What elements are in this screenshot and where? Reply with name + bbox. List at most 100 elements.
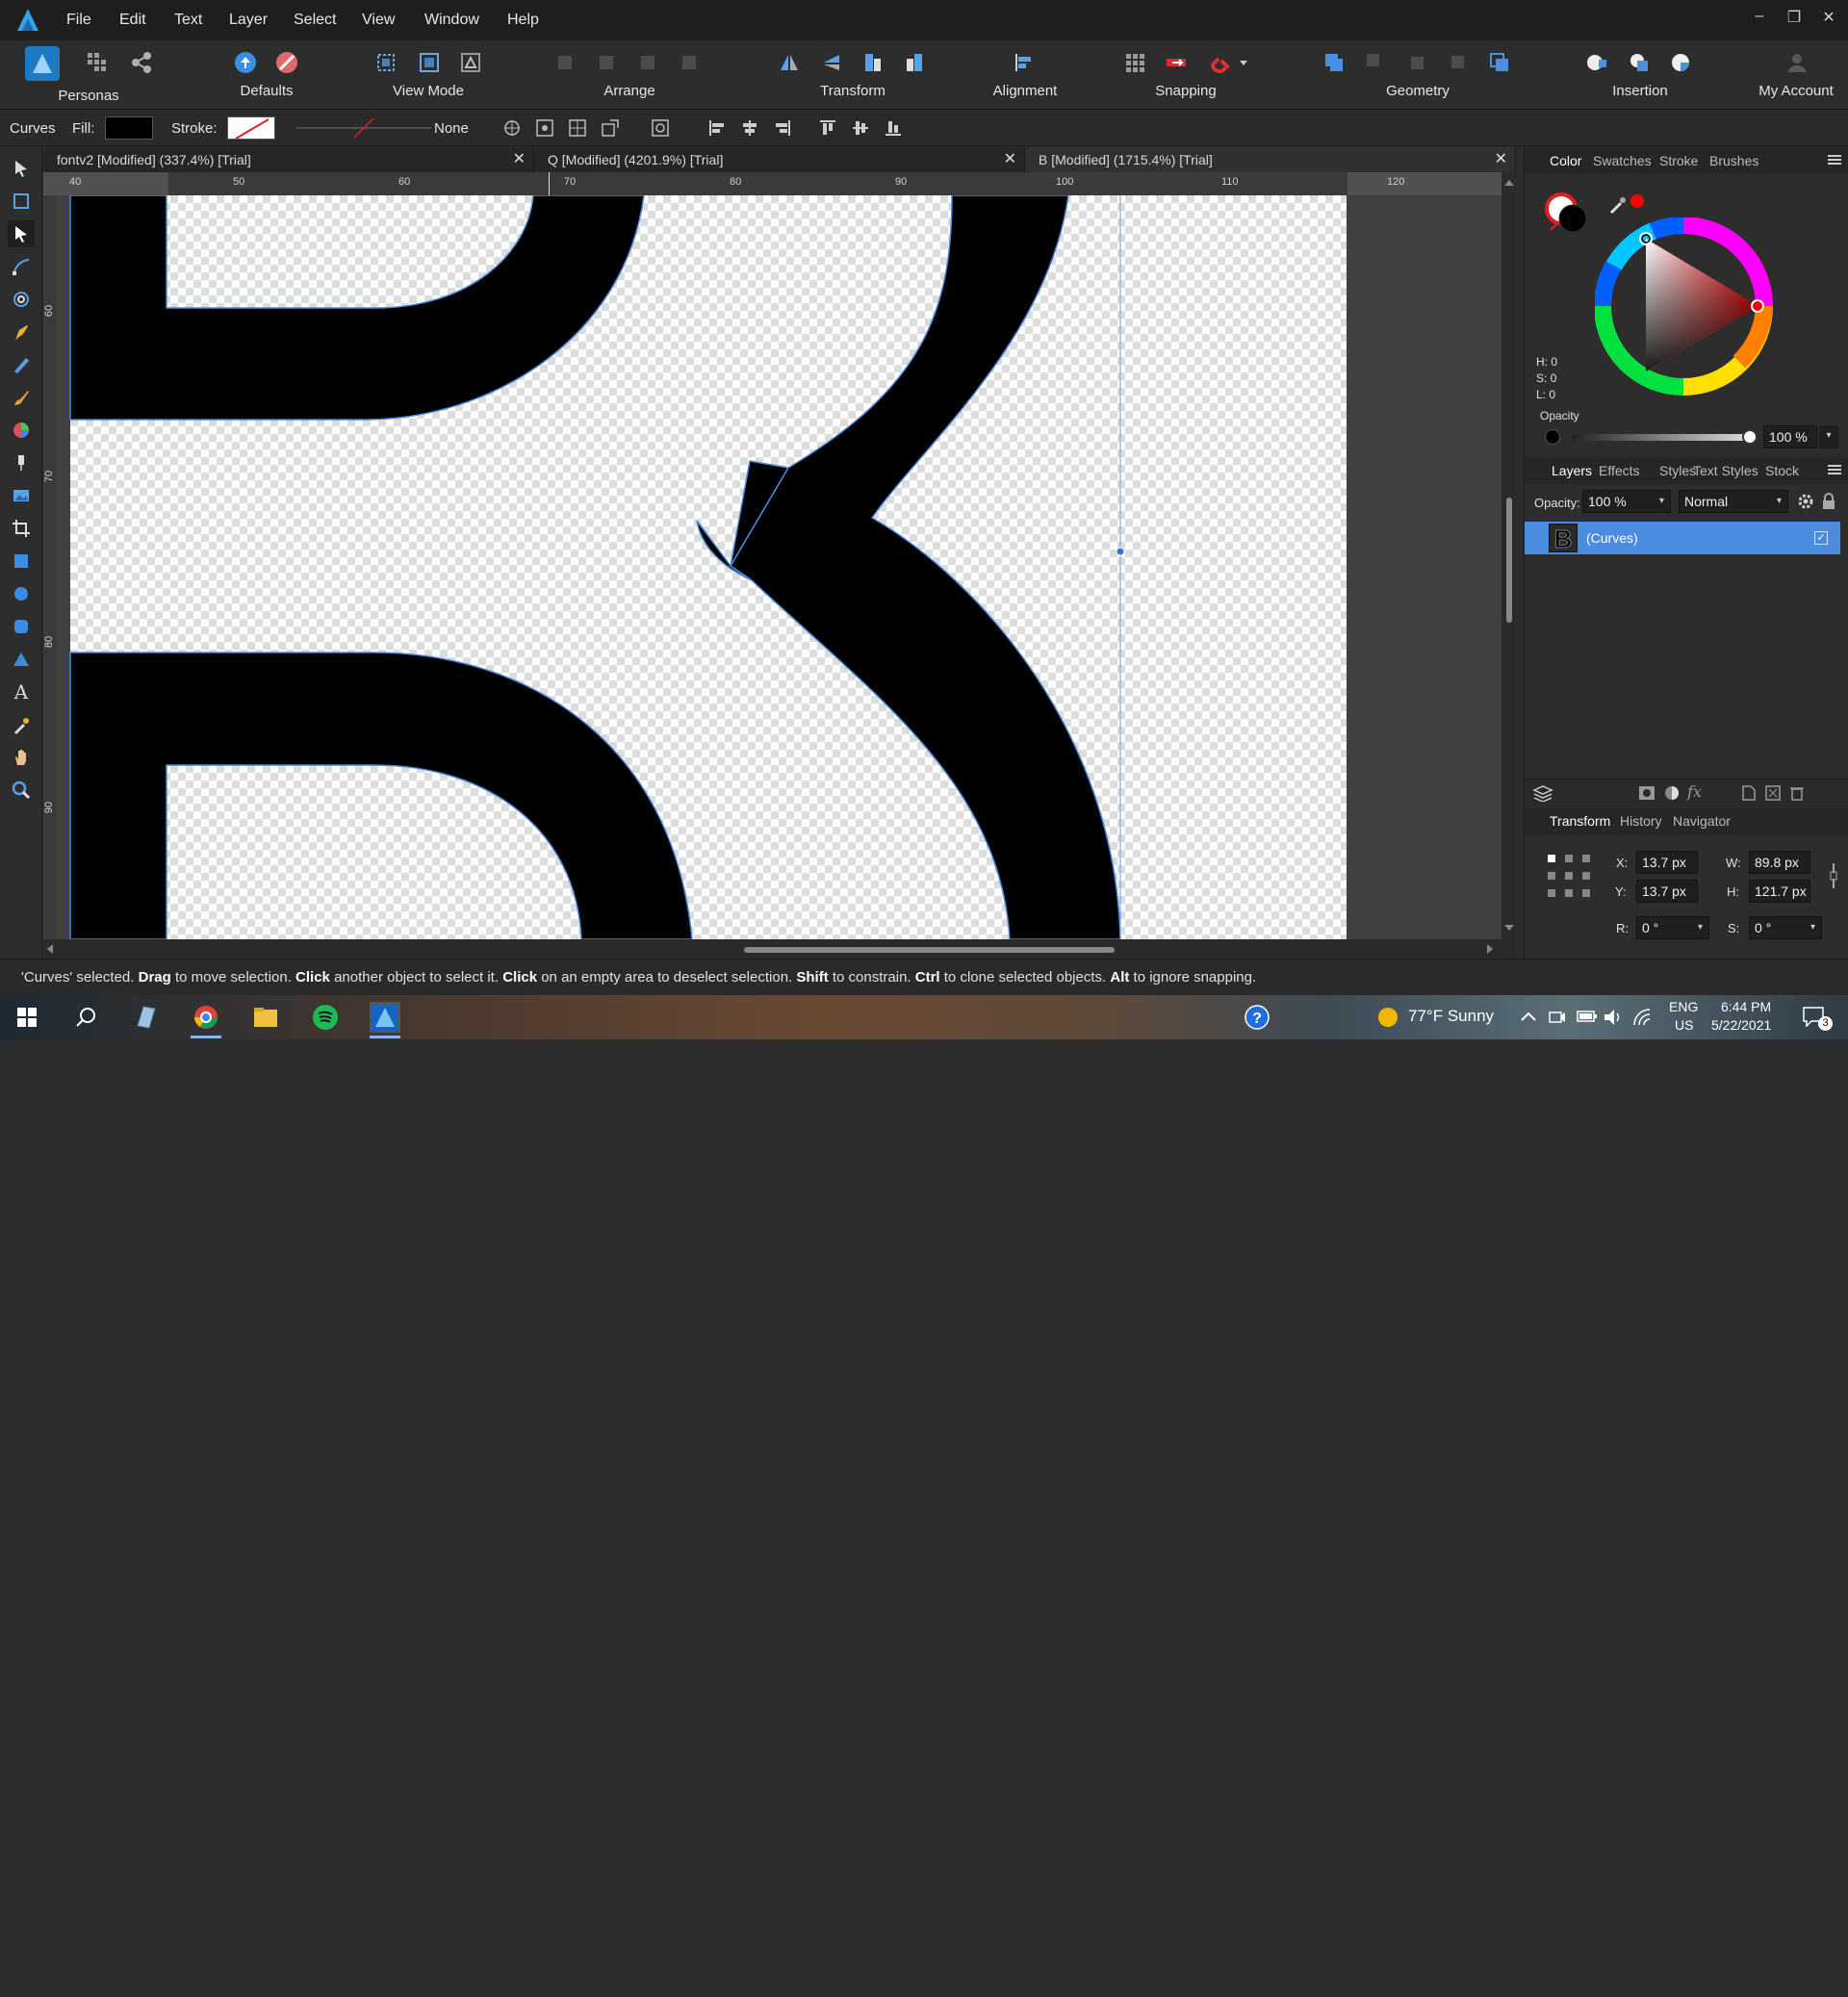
spotify-icon[interactable] [310,1002,341,1033]
help-icon[interactable]: ? [1242,1002,1272,1033]
restore-button[interactable]: ❐ [1780,8,1809,27]
transparency-tool-icon[interactable] [8,449,35,476]
close-tab-icon[interactable]: ✕ [1495,147,1507,172]
tab-fontv2[interactable]: fontv2 [Modified] (337.4%) [Trial] ✕ [43,147,534,172]
move-tool-icon[interactable] [8,155,35,182]
opacity-slider-handle[interactable] [1742,429,1758,445]
affinity-designer-taskbar-icon[interactable] [370,1002,400,1033]
geometry-divide-icon[interactable] [1485,48,1514,77]
anchor-point-selector[interactable] [1546,853,1594,901]
rotate-right-icon[interactable] [900,48,929,77]
blend-mode-select[interactable]: Normal ▾ [1679,490,1788,513]
rotation-input[interactable]: 0 ° ▾ [1636,916,1709,939]
view-tool-icon[interactable] [8,744,35,771]
artistic-text-tool-icon[interactable]: A [8,678,35,705]
alignment-icon[interactable] [1009,48,1038,77]
align-bottom-icon[interactable] [884,118,903,138]
align-left-icon[interactable] [707,118,727,138]
geometry-intersect-icon[interactable] [1402,48,1431,77]
scroll-down-icon[interactable] [1504,925,1514,931]
insert-behind-icon[interactable] [1666,48,1695,77]
pen-tool-icon[interactable] [8,319,35,346]
layer-name[interactable]: (Curves) [1586,530,1638,546]
close-tab-icon[interactable]: ✕ [513,147,526,172]
opacity-slider[interactable] [1572,434,1750,441]
geometry-subtract-icon[interactable] [1361,48,1390,77]
adjustment-layer-icon[interactable] [1664,785,1680,801]
align-center-icon[interactable] [740,118,759,138]
show-bounding-box-icon[interactable] [535,118,554,138]
menu-text[interactable]: Text [174,12,202,29]
file-explorer-icon[interactable] [250,1002,281,1033]
clock-date[interactable]: 5/22/2021 [1711,1017,1771,1033]
rectangle-tool-icon[interactable] [8,548,35,575]
triangle-tool-icon[interactable] [8,646,35,673]
add-group-icon[interactable] [1765,785,1781,801]
add-pixel-layer-icon[interactable] [1742,785,1756,801]
view-mode-outline-icon[interactable] [415,48,444,77]
menu-view[interactable]: View [362,12,395,29]
curves-glyph-b[interactable] [57,195,1516,939]
tab-q[interactable]: Q [Modified] (4201.9%) [Trial] ✕ [534,147,1025,172]
horizontal-scrollbar[interactable] [43,939,1516,959]
tab-color[interactable]: Color [1550,153,1581,168]
shear-input[interactable]: 0 ° ▾ [1749,916,1822,939]
height-input[interactable]: 121.7 px [1749,880,1810,903]
show-hidden-icons-icon[interactable] [1521,1011,1536,1022]
lock-icon[interactable] [1822,493,1835,510]
menu-help[interactable]: Help [507,12,539,29]
snapping-magnet-icon[interactable] [1205,48,1234,77]
synchronise-defaults-icon[interactable] [231,48,260,77]
affinity-designer-logo-icon[interactable] [13,6,42,35]
layer-visibility-checkbox[interactable]: ✓ [1814,531,1828,545]
tab-navigator[interactable]: Navigator [1673,813,1731,829]
transform-origin-icon[interactable] [502,118,522,138]
menu-edit[interactable]: Edit [119,12,146,29]
move-forward-one-icon[interactable] [633,48,662,77]
layer-effects-icon[interactable]: fx [1687,782,1702,801]
insert-top-icon[interactable] [1625,48,1654,77]
rounded-rectangle-tool-icon[interactable] [8,613,35,640]
gear-icon[interactable] [1797,493,1814,510]
notes-app-icon[interactable] [131,1002,162,1033]
weather-text[interactable]: 77°F Sunny [1408,1007,1494,1026]
wifi-icon[interactable] [1632,1009,1652,1026]
vertical-scroll-thumb[interactable] [1506,498,1512,623]
align-to-selection-icon[interactable] [568,118,587,138]
resize-object-icon[interactable] [601,118,620,138]
delete-layer-icon[interactable] [1790,785,1804,801]
menu-file[interactable]: File [66,12,91,29]
keyboard-region[interactable]: US [1675,1017,1693,1033]
flip-vertical-icon[interactable] [817,48,846,77]
geometry-add-icon[interactable] [1320,48,1348,77]
stroke-style-preview-icon[interactable] [296,118,431,138]
battery-icon[interactable] [1577,1010,1598,1023]
tab-stroke[interactable]: Stroke [1659,153,1698,168]
vertical-ruler[interactable]: 60 70 80 90 [43,195,57,939]
move-to-back-icon[interactable] [551,48,579,77]
color-wheel[interactable] [1595,218,1773,396]
snapping-grid-icon[interactable] [1120,48,1149,77]
language-code[interactable]: ENG [1669,999,1698,1014]
node-tool-icon[interactable] [8,220,35,247]
tab-text-styles[interactable]: Text Styles [1693,463,1758,478]
insert-inside-icon[interactable] [1582,48,1611,77]
force-pixel-alignment-icon[interactable] [1162,48,1191,77]
flip-horizontal-icon[interactable] [775,48,804,77]
stroke-swatch[interactable] [227,116,275,140]
move-to-front-icon[interactable] [675,48,704,77]
horizontal-scroll-thumb[interactable] [744,947,1115,953]
tab-styles[interactable]: Styles [1659,463,1696,478]
volume-icon[interactable] [1604,1009,1623,1026]
tab-b[interactable]: B [Modified] (1715.4%) [Trial] ✕ [1025,147,1516,172]
vector-brush-tool-icon[interactable] [8,384,35,411]
close-button[interactable]: ✕ [1814,8,1843,27]
place-image-tool-icon[interactable] [8,482,35,509]
panel-menu-icon[interactable] [1828,465,1841,474]
snapping-dropdown-icon[interactable] [1236,48,1251,77]
tab-brushes[interactable]: Brushes [1709,153,1758,168]
windows-start-icon[interactable] [12,1002,42,1033]
layer-row-curves[interactable]: B (Curves) ✓ [1525,522,1840,554]
horizontal-ruler[interactable]: 40 50 60 70 80 90 100 110 120 [43,172,1516,195]
mask-layer-icon[interactable] [1638,785,1656,801]
